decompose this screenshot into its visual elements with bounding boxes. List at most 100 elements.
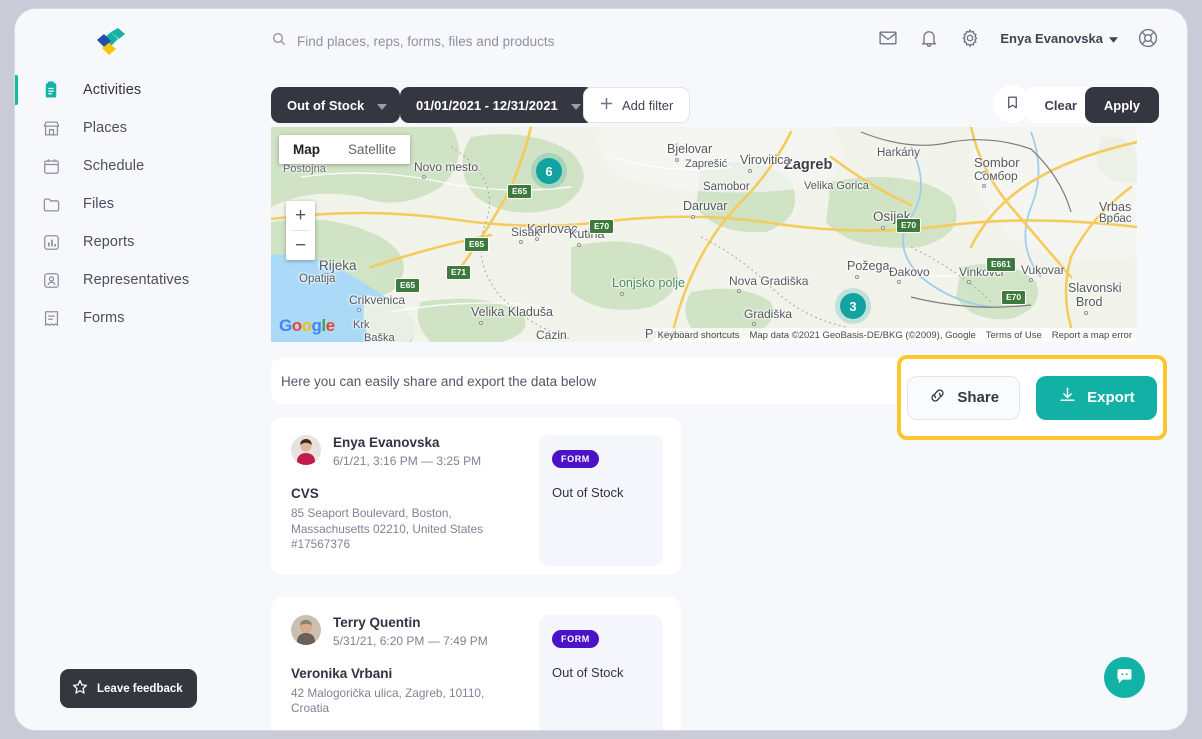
map-place-dot (1029, 278, 1033, 282)
sidebar-item-label: Forms (83, 310, 125, 326)
mail-icon[interactable] (877, 27, 899, 49)
calendar-icon (41, 156, 61, 176)
sidebar-item-files[interactable]: Files (15, 185, 243, 223)
activity-list[interactable]: Enya Evanovska 6/1/21, 3:16 PM — 3:25 PM… (271, 417, 1137, 730)
activity-details: Enya Evanovska 6/1/21, 3:16 PM — 3:25 PM… (291, 435, 536, 553)
activity-card[interactable]: Enya Evanovska 6/1/21, 3:16 PM — 3:25 PM… (271, 417, 681, 575)
highway-shield: E65 (507, 184, 533, 199)
map-place-dot (620, 291, 624, 296)
search-icon (271, 31, 287, 52)
apply-filters-button[interactable]: Apply (1084, 87, 1159, 123)
avatar (291, 614, 321, 645)
activity-place-name: CVS (291, 486, 319, 501)
map-type-toggle: Map Satellite (279, 135, 411, 164)
highway-shield: E65 (395, 278, 421, 293)
activity-user-name: Enya Evanovska (333, 435, 440, 450)
activity-card[interactable]: Terry Quentin 5/31/21, 6:20 PM — 7:49 PM… (271, 596, 681, 730)
form-badge: FORM (552, 629, 599, 648)
map-place-dot (479, 320, 483, 325)
star-icon (71, 678, 89, 699)
share-description: Here you can easily share and export the… (281, 373, 597, 389)
status-filter-dropdown[interactable]: Out of Stock (271, 87, 401, 123)
date-range-filter-dropdown[interactable]: 01/01/2021 - 12/31/2021 (400, 87, 594, 123)
map-place-dot (752, 322, 756, 326)
store-icon (41, 118, 61, 138)
zoom-out-button[interactable]: − (286, 231, 315, 260)
keyboard-shortcuts-link[interactable]: Keyboard shortcuts (653, 330, 745, 341)
bell-icon[interactable] (918, 27, 940, 49)
chevron-down-icon (570, 98, 581, 113)
terms-of-use-link[interactable]: Terms of Use (981, 330, 1047, 341)
form-value: Out of Stock (552, 485, 624, 500)
add-filter-button[interactable]: Add filter (583, 87, 691, 123)
activity-user-name: Terry Quentin (333, 614, 421, 630)
add-filter-label: Add filter (622, 97, 674, 113)
user-menu[interactable]: Enya Evanovska (1000, 31, 1118, 46)
address-id: #17567376 (291, 537, 351, 551)
header-actions: Enya Evanovska (877, 27, 1159, 49)
map-attribution: Keyboard shortcuts Map data ©2021 GeoBas… (652, 328, 1137, 342)
highway-shield: E70 (589, 219, 615, 234)
map-type-map[interactable]: Map (279, 135, 334, 164)
chat-support-button[interactable] (1104, 657, 1145, 698)
map-place-dot (967, 280, 971, 284)
sidebar-item-activities[interactable]: Activities (15, 71, 243, 109)
activity-form-panel: FORM Out of Stock (539, 614, 663, 730)
plus-icon (600, 97, 613, 113)
map-zoom-controls: + − (286, 201, 315, 260)
clipboard-icon (41, 80, 61, 100)
user-badge-icon (41, 270, 61, 290)
form-icon (41, 308, 61, 328)
sidebar-item-places[interactable]: Places (15, 109, 243, 147)
leave-feedback-button[interactable]: Leave feedback (60, 669, 197, 708)
avatar (291, 435, 321, 465)
sidebar-item-representatives[interactable]: Representatives (15, 261, 243, 299)
map-place-dot (855, 274, 859, 279)
filter-bar: Out of Stock 01/01/2021 - 12/31/2021 Add… (243, 71, 1187, 135)
sidebar-item-reports[interactable]: Reports (15, 223, 243, 261)
map-place-dot (982, 184, 986, 188)
activity-address: 85 Seaport Boulevard, Boston, Massachuse… (291, 506, 536, 553)
address-line: Croatia (291, 701, 330, 715)
activity-time: 5/31/21, 6:20 PM — 7:49 PM (333, 633, 488, 648)
map-place-dot (577, 242, 581, 247)
help-icon[interactable] (1137, 27, 1159, 49)
sidebar: Activities Places Schedule Files Reports… (15, 9, 243, 730)
chat-bubble-icon (1114, 666, 1135, 690)
bookmark-icon (1005, 95, 1020, 113)
global-search[interactable] (271, 31, 627, 52)
map-place-dot (675, 157, 679, 162)
map-type-satellite[interactable]: Satellite (334, 135, 411, 164)
share-button-label: Share (957, 389, 1000, 406)
map-cluster-marker[interactable]: 3 (840, 293, 866, 319)
map-place-dot (1084, 310, 1088, 315)
highway-shield: E65 (464, 237, 490, 252)
app-logo[interactable] (89, 26, 133, 62)
activity-time: 6/1/21, 3:16 PM — 3:25 PM (333, 454, 482, 468)
sidebar-item-forms[interactable]: Forms (15, 299, 243, 337)
search-input[interactable] (297, 34, 627, 49)
share-button[interactable]: Share (907, 375, 1021, 420)
address-line: 42 Malogorička ulica, Zagreb, 10110, (291, 685, 485, 700)
map-place-dot (897, 280, 901, 284)
sidebar-item-label: Reports (83, 234, 135, 250)
map-cluster-marker[interactable]: 6 (536, 158, 562, 184)
zoom-in-button[interactable]: + (286, 201, 315, 230)
download-icon (1058, 386, 1077, 409)
gear-icon[interactable] (959, 27, 981, 49)
map-data-credit: Map data ©2021 GeoBasis-DE/BKG (©2009), … (749, 329, 976, 341)
map-place-dot (357, 308, 361, 312)
export-button[interactable]: Export (1036, 375, 1157, 420)
share-export-highlight: Share Export (897, 355, 1167, 440)
map-place-dot (422, 175, 426, 179)
form-badge: FORM (552, 450, 599, 468)
sidebar-item-schedule[interactable]: Schedule (15, 147, 243, 185)
activity-form-panel: FORM Out of Stock (539, 435, 663, 566)
save-filter-bookmark-button[interactable] (993, 85, 1031, 123)
report-map-error-link[interactable]: Report a map error (1047, 330, 1137, 341)
map-view[interactable]: Postojna Novo mesto Zaprešić Zagreb Samobor V… (271, 127, 1137, 342)
activity-place-name: Veronika Vrbani (291, 665, 393, 681)
map-place-dot (535, 237, 539, 241)
map-place-dot (737, 289, 741, 293)
map-place-dot (748, 168, 752, 173)
